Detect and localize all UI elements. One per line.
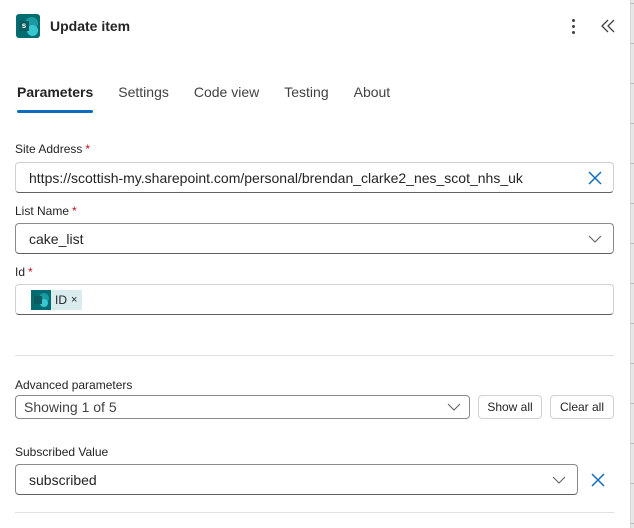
chevron-down-icon [588, 235, 602, 243]
list-name-label: List Name * [15, 204, 77, 218]
advanced-parameters-value: Showing 1 of 5 [24, 399, 117, 415]
site-address-value[interactable]: https://scottish-my.sharepoint.com/perso… [16, 170, 577, 186]
id-label-text: Id [15, 265, 26, 279]
panel-header: s Update item [16, 14, 130, 38]
tab-testing[interactable]: Testing [284, 84, 328, 109]
tab-parameters[interactable]: Parameters [17, 84, 94, 113]
section-divider [15, 512, 614, 513]
collapse-panel-button[interactable] [598, 14, 620, 38]
id-label: Id * [15, 265, 33, 279]
sharepoint-icon: s [16, 14, 40, 38]
more-vertical-icon [571, 18, 575, 34]
close-icon [591, 473, 605, 487]
required-marker: * [85, 142, 91, 156]
sharepoint-icon [31, 289, 51, 310]
chevron-down-icon [552, 476, 566, 484]
list-name-dropdown[interactable]: cake_list [15, 223, 614, 254]
update-item-panel: s Update item Parameters Settings Code v… [0, 0, 630, 528]
advanced-parameters-chevron[interactable] [439, 396, 469, 418]
tab-about[interactable]: About [354, 84, 391, 109]
subscribed-value-dropdown[interactable]: subscribed [15, 464, 578, 495]
clear-site-address-button[interactable] [577, 163, 613, 192]
remove-subscribed-value-button[interactable] [586, 468, 610, 492]
tab-code-view[interactable]: Code view [194, 84, 259, 109]
chevron-down-icon [447, 403, 461, 411]
id-token[interactable]: ID × [31, 289, 83, 310]
remove-token-button[interactable]: × [71, 294, 82, 306]
id-token-label: ID [55, 292, 67, 307]
clear-all-button[interactable]: Clear all [550, 395, 614, 419]
subscribed-value: subscribed [29, 471, 97, 488]
advanced-parameters-dropdown[interactable]: Showing 1 of 5 [15, 395, 470, 419]
tab-settings[interactable]: Settings [118, 84, 169, 109]
id-field[interactable]: ID × [15, 284, 614, 315]
list-name-chevron[interactable] [577, 224, 613, 253]
panel-title: Update item [50, 18, 131, 34]
show-all-button[interactable]: Show all [478, 395, 542, 419]
required-marker: * [28, 265, 33, 279]
more-options-button[interactable] [562, 16, 584, 36]
site-address-label: Site Address * [15, 142, 90, 156]
list-name-label-text: List Name [15, 204, 70, 218]
subscribed-value-chevron[interactable] [541, 465, 577, 494]
required-marker: * [72, 204, 77, 218]
site-address-field[interactable]: https://scottish-my.sharepoint.com/perso… [15, 162, 614, 193]
section-divider [15, 355, 614, 356]
tab-list: Parameters Settings Code view Testing Ab… [17, 84, 415, 113]
subscribed-value-label: Subscribed Value [15, 445, 109, 459]
list-name-value: cake_list [29, 230, 84, 247]
site-address-label-text: Site Address [15, 142, 83, 156]
panel-resize-edge[interactable] [630, 0, 634, 528]
close-icon [588, 170, 602, 185]
advanced-parameters-label: Advanced parameters [15, 378, 133, 392]
double-chevron-left-icon [601, 19, 615, 33]
